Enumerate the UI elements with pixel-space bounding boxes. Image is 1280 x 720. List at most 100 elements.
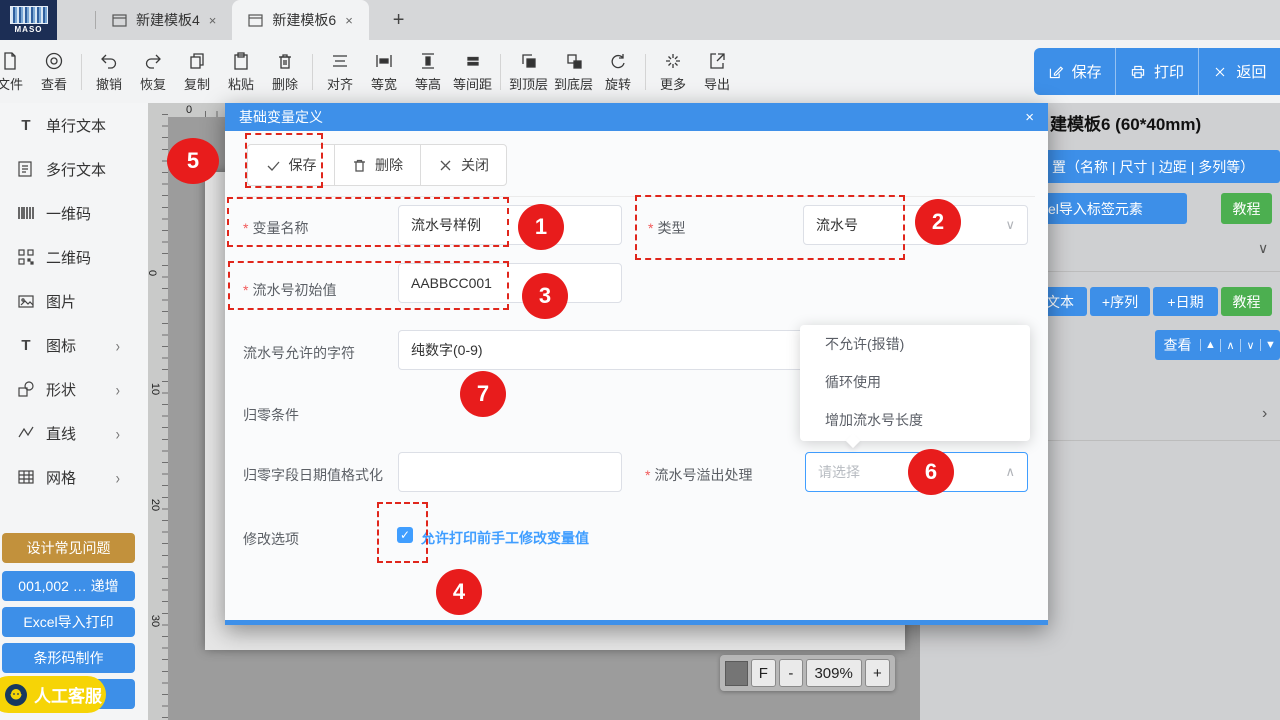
zoom-fit-button[interactable]: F bbox=[751, 659, 776, 687]
toolbar-divider bbox=[500, 54, 501, 90]
tool-label: 单行文本 bbox=[46, 115, 106, 136]
align-button[interactable]: 对齐 bbox=[318, 51, 362, 93]
print-icon bbox=[1130, 64, 1146, 80]
panel-template-title: 建模板6 (60*40mm) bbox=[1050, 110, 1201, 135]
export-button[interactable]: 导出 bbox=[695, 51, 739, 93]
file-icon bbox=[0, 51, 20, 71]
zoom-out-button[interactable]: - bbox=[779, 659, 803, 687]
reset-date-format-input[interactable] bbox=[398, 452, 622, 492]
app-logo: MASO bbox=[0, 0, 57, 40]
move-up-icon[interactable]: ∧ bbox=[1220, 339, 1240, 352]
tool-single-line-text[interactable]: T 单行文本 bbox=[0, 103, 148, 147]
save-template-button[interactable]: 保存 bbox=[1034, 48, 1115, 95]
tutorial-button[interactable]: 教程 bbox=[1221, 193, 1272, 224]
toolbar-label: 对齐 bbox=[327, 74, 353, 93]
add-sequence-button[interactable]: +序列 bbox=[1090, 287, 1150, 316]
toolbar-label: 导出 bbox=[704, 74, 730, 93]
redo-icon bbox=[143, 51, 163, 71]
modal-title: 基础变量定义 bbox=[239, 107, 323, 127]
annotation-box-initial-field bbox=[228, 261, 509, 310]
tool-multi-line-text[interactable]: 多行文本 bbox=[0, 147, 148, 191]
rotate-button[interactable]: 旋转 bbox=[596, 51, 640, 93]
view-icon bbox=[44, 51, 64, 71]
move-down-icon[interactable]: ∨ bbox=[1240, 339, 1260, 352]
color-swatch[interactable] bbox=[725, 661, 748, 686]
file-button[interactable]: 文件 bbox=[0, 51, 32, 93]
modal-close-button[interactable]: 关闭 bbox=[420, 145, 506, 185]
tool-qrcode[interactable]: 二维码 bbox=[0, 235, 148, 279]
select-placeholder: 请选择 bbox=[818, 462, 860, 482]
rotate-icon bbox=[608, 51, 628, 71]
app-window: MASO 新建模板4 × 新建模板6 × + 文件 查看 撤销 bbox=[0, 0, 1280, 720]
required-asterisk: * bbox=[645, 467, 650, 483]
undo-button[interactable]: 撤销 bbox=[87, 51, 131, 93]
tool-shapes[interactable]: 形状 › bbox=[0, 367, 148, 411]
tool-lines[interactable]: 直线 › bbox=[0, 411, 148, 455]
modal-delete-button[interactable]: 删除 bbox=[334, 145, 420, 185]
copy-icon bbox=[187, 51, 207, 71]
view-element-button[interactable]: 查看 bbox=[1155, 335, 1200, 355]
annotation-circle-7: 7 bbox=[460, 371, 506, 417]
tab-template-4[interactable]: 新建模板4 × bbox=[96, 0, 232, 40]
increment-guide-button[interactable]: 001,002 … 递增 bbox=[2, 571, 135, 601]
dropdown-option-increase-length[interactable]: 增加流水号长度 bbox=[800, 401, 1030, 439]
field-label-overflow: *流水号溢出处理 bbox=[645, 465, 752, 485]
dropdown-option-no-allow[interactable]: 不允许(报错) bbox=[800, 325, 1030, 363]
annotation-circle-6: 6 bbox=[908, 449, 954, 495]
delete-button[interactable]: 删除 bbox=[263, 51, 307, 93]
tool-image[interactable]: 图片 bbox=[0, 279, 148, 323]
chevron-down-icon[interactable]: ∨ bbox=[1258, 240, 1268, 257]
chevron-right-icon: › bbox=[116, 335, 120, 355]
more-button[interactable]: 更多 bbox=[651, 51, 695, 93]
chevron-right-icon: › bbox=[116, 467, 120, 487]
back-button[interactable]: 返回 bbox=[1198, 48, 1280, 95]
tab-close-icon[interactable]: × bbox=[345, 13, 353, 28]
toolbar-label: 恢复 bbox=[140, 74, 166, 93]
grid-icon bbox=[17, 468, 35, 486]
move-bottom-icon[interactable]: ▼ bbox=[1260, 339, 1280, 351]
equal-spacing-button[interactable]: 等间距 bbox=[450, 51, 495, 93]
view-button[interactable]: 查看 bbox=[32, 51, 76, 93]
chevron-right-icon[interactable]: › bbox=[1262, 405, 1267, 423]
tool-label: 形状 bbox=[46, 379, 76, 400]
copy-button[interactable]: 复制 bbox=[175, 51, 219, 93]
move-top-icon[interactable]: ▲ bbox=[1200, 339, 1220, 351]
zoom-in-button[interactable]: + bbox=[865, 659, 890, 687]
to-back-button[interactable]: 到底层 bbox=[551, 51, 596, 93]
dropdown-option-cycle[interactable]: 循环使用 bbox=[800, 363, 1030, 401]
tool-barcode[interactable]: 一维码 bbox=[0, 191, 148, 235]
checkbox-label[interactable]: 允许打印前手工修改变量值 bbox=[421, 528, 589, 548]
to-back-icon bbox=[564, 51, 584, 71]
single-line-text-icon: T bbox=[17, 116, 35, 134]
new-tab-button[interactable]: + bbox=[393, 9, 405, 32]
tab-close-icon[interactable]: × bbox=[209, 13, 217, 28]
tool-grid[interactable]: 网格 › bbox=[0, 455, 148, 499]
toolbar-label: 旋转 bbox=[605, 74, 631, 93]
equal-spacing-icon bbox=[463, 51, 483, 71]
tab-template-6[interactable]: 新建模板6 × bbox=[232, 0, 368, 40]
ruler-label: 0 bbox=[186, 104, 192, 116]
equal-height-button[interactable]: 等高 bbox=[406, 51, 450, 93]
add-date-button[interactable]: +日期 bbox=[1153, 287, 1218, 316]
annotation-circle-5: 5 bbox=[167, 138, 219, 184]
design-faq-button[interactable]: 设计常见问题 bbox=[2, 533, 135, 563]
to-front-button[interactable]: 到顶层 bbox=[506, 51, 551, 93]
redo-button[interactable]: 恢复 bbox=[131, 51, 175, 93]
tool-label: 图标 bbox=[46, 335, 76, 356]
tutorial-button-2[interactable]: 教程 bbox=[1221, 287, 1272, 316]
excel-import-print-button[interactable]: Excel导入打印 bbox=[2, 607, 135, 637]
modal-close-icon[interactable]: × bbox=[1025, 109, 1034, 126]
close-icon bbox=[438, 158, 453, 173]
paste-button[interactable]: 粘贴 bbox=[219, 51, 263, 93]
align-icon bbox=[330, 51, 350, 71]
toolbar-label: 等高 bbox=[415, 74, 441, 93]
annotation-circle-1: 1 bbox=[518, 204, 564, 250]
customer-service-button[interactable]: 人工客服 bbox=[0, 676, 106, 713]
toolbar-label: 更多 bbox=[660, 74, 686, 93]
tool-icons[interactable]: T 图标 › bbox=[0, 323, 148, 367]
equal-width-button[interactable]: 等宽 bbox=[362, 51, 406, 93]
print-button[interactable]: 打印 bbox=[1115, 48, 1197, 95]
toolbar-label: 复制 bbox=[184, 74, 210, 93]
toolbar-label: 等宽 bbox=[371, 74, 397, 93]
barcode-make-button[interactable]: 条形码制作 bbox=[2, 643, 135, 673]
